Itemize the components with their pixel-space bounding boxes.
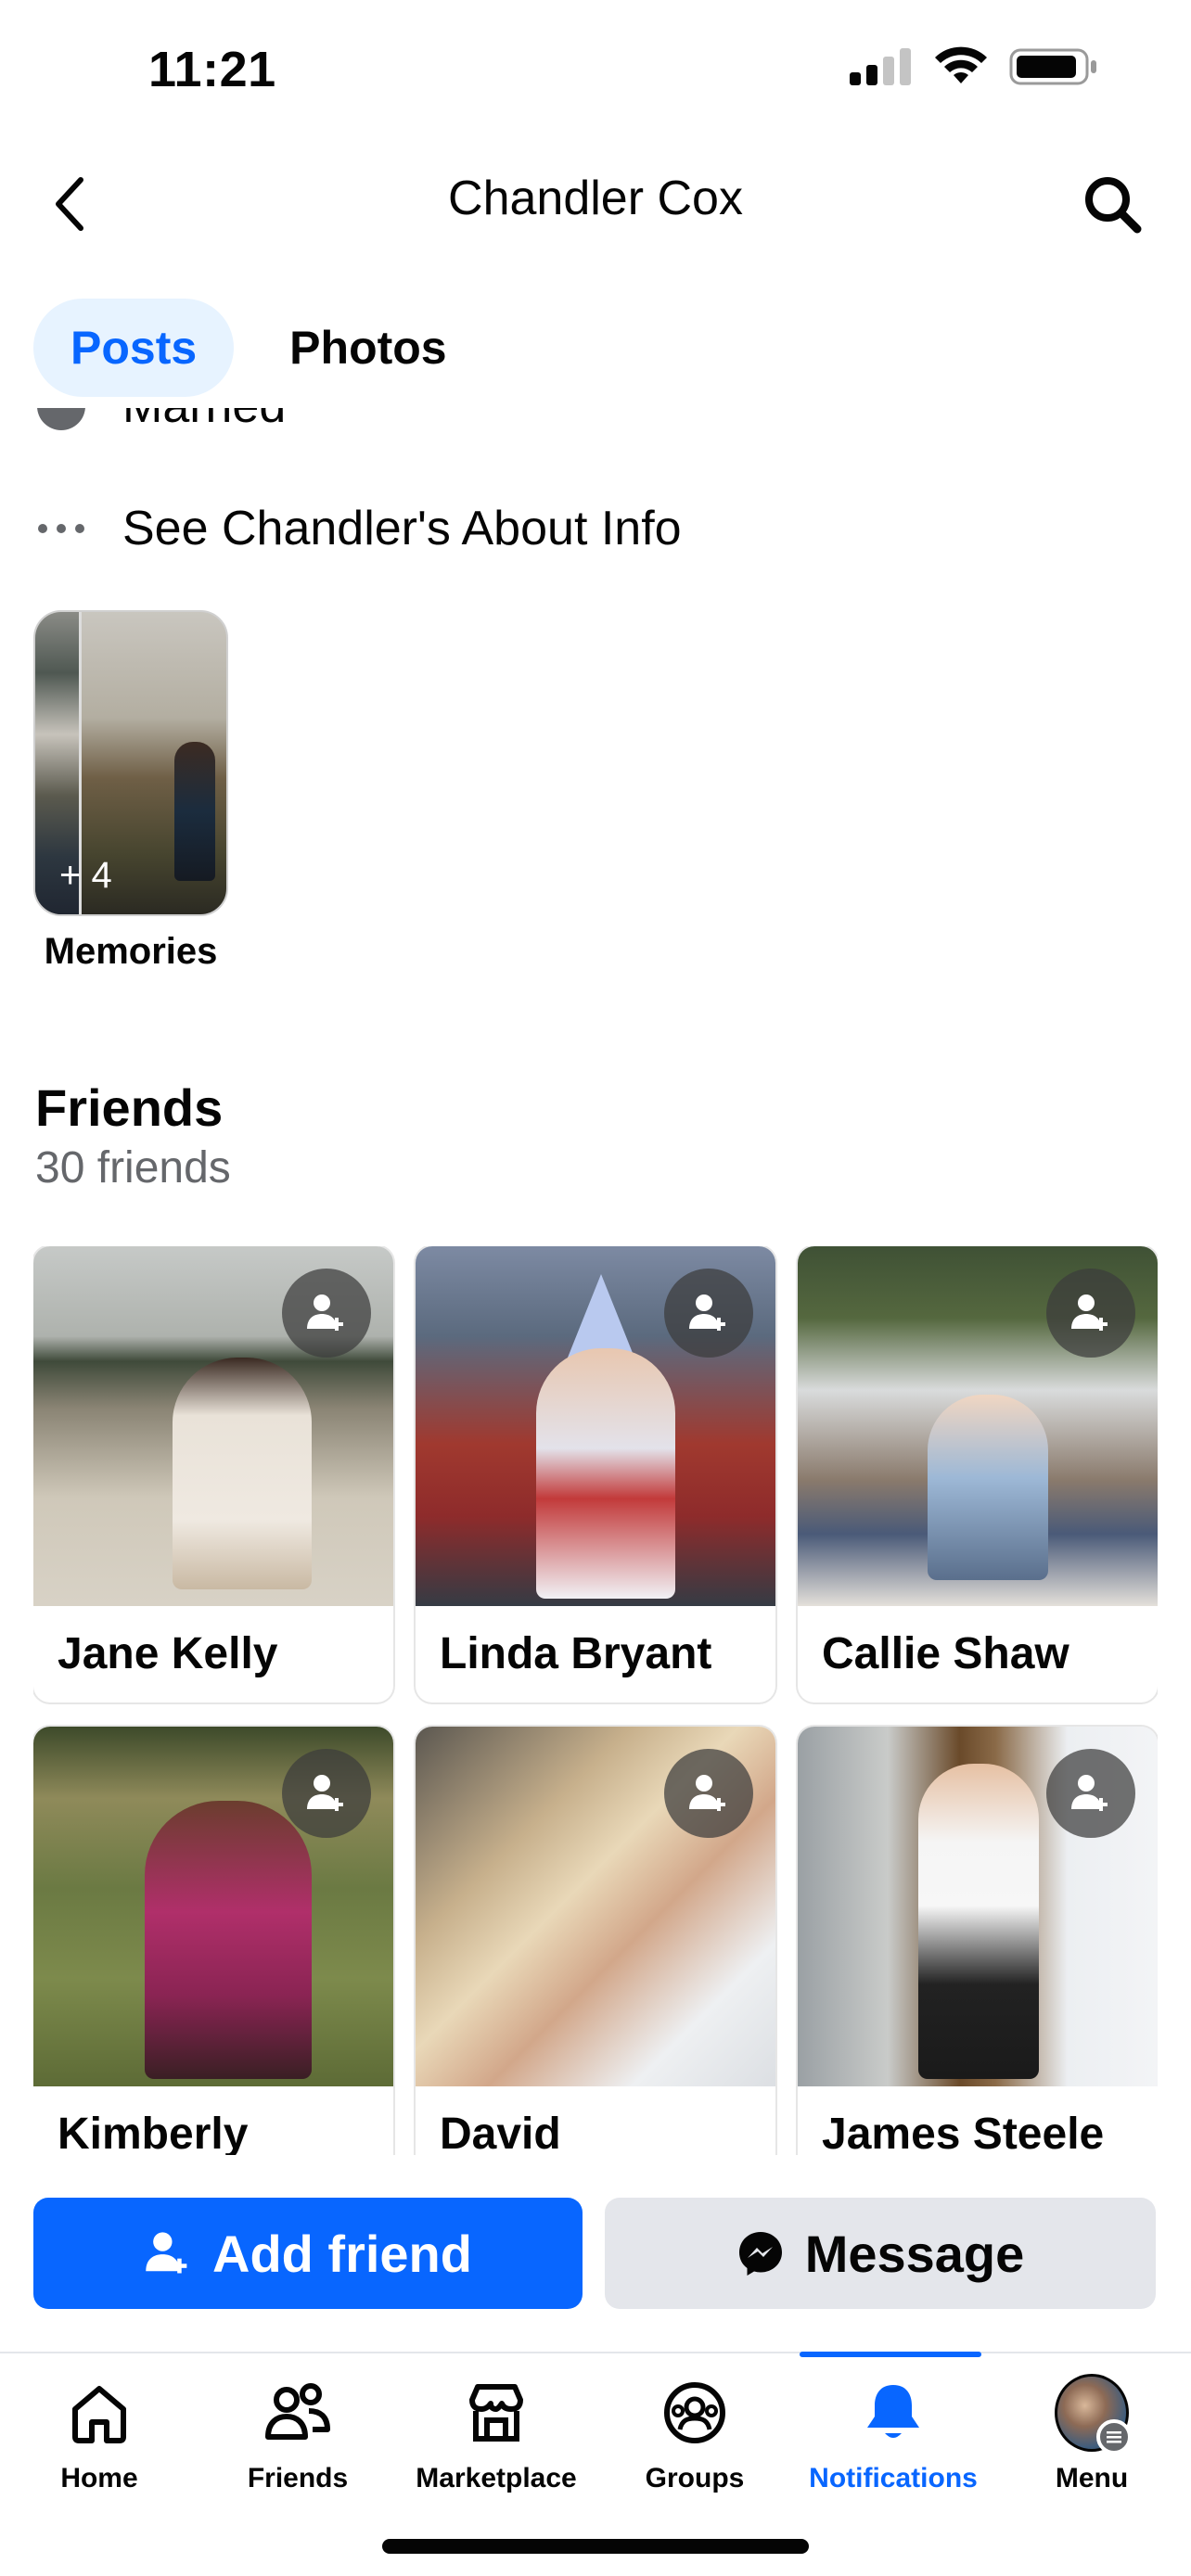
add-person-icon: [307, 1294, 343, 1331]
friend-card[interactable]: David: [416, 1727, 775, 2155]
add-friend-label: Add friend: [212, 2224, 472, 2283]
marketplace-icon: [459, 2376, 533, 2450]
friend-name: Kimberly: [58, 2110, 249, 2155]
add-friend-button[interactable]: [282, 1749, 371, 1838]
page-title: Chandler Cox: [448, 172, 743, 225]
message-button[interactable]: Message: [605, 2198, 1156, 2309]
active-tab-indicator: [800, 2352, 981, 2357]
friend-name: James Steele: [822, 2110, 1105, 2155]
add-person-icon: [1071, 1775, 1108, 1811]
about-see-info[interactable]: See Chandler's About Info: [35, 501, 682, 556]
tab-groups[interactable]: Groups: [596, 2376, 794, 2494]
friend-name: Callie Shaw: [822, 1629, 1069, 1678]
friend-card[interactable]: Kimberly: [33, 1727, 393, 2155]
tab-friends[interactable]: Friends: [198, 2376, 397, 2494]
battery-icon: [1009, 48, 1096, 85]
add-person-icon: [689, 1294, 725, 1331]
memories-section[interactable]: + 4 Memories: [33, 610, 228, 973]
bell-icon: [856, 2376, 930, 2450]
tab-label: Friends: [247, 2463, 349, 2493]
add-friend-primary-button[interactable]: Add friend: [33, 2198, 583, 2309]
profile-header: Chandler Cox: [0, 148, 1191, 260]
tab-label: Groups: [645, 2463, 745, 2493]
friend-name: Jane Kelly: [58, 1629, 278, 1678]
tab-label: Home: [60, 2463, 138, 2493]
friend-photo: [33, 1727, 393, 2086]
friend-card[interactable]: Linda Bryant: [416, 1246, 775, 1702]
tab-notifications[interactable]: Notifications: [794, 2376, 992, 2494]
search-icon: [1085, 177, 1142, 234]
add-person-icon: [146, 2232, 187, 2274]
friend-card[interactable]: Callie Shaw: [798, 1246, 1158, 1702]
add-person-icon: [689, 1775, 725, 1811]
friend-photo: [798, 1246, 1158, 1606]
friend-name: David: [440, 2110, 561, 2155]
message-label: Message: [804, 2224, 1025, 2283]
tab-home[interactable]: Home: [0, 2376, 198, 2494]
friend-photo: [416, 1727, 775, 2086]
add-person-icon: [1071, 1294, 1108, 1331]
cellular-signal-icon: [850, 48, 911, 85]
home-indicator: [382, 2539, 809, 2554]
add-person-icon: [307, 1775, 343, 1811]
tab-menu[interactable]: Menu: [992, 2374, 1191, 2494]
tab-label: Marketplace: [416, 2463, 577, 2493]
friend-photo: [33, 1246, 393, 1606]
tab-label: Notifications: [809, 2463, 978, 2493]
profile-tabs: Posts Photos: [33, 299, 484, 397]
add-friend-button[interactable]: [664, 1269, 753, 1358]
status-time: 11:21: [148, 42, 276, 97]
tab-marketplace[interactable]: Marketplace: [397, 2376, 596, 2494]
friend-photo: [798, 1727, 1158, 2086]
friends-count[interactable]: 30 friends: [35, 1142, 231, 1193]
avatar: [1055, 2374, 1132, 2455]
memories-label: Memories: [44, 931, 218, 972]
memories-count: + 4: [59, 855, 112, 896]
menu-badge-icon: [1096, 2419, 1132, 2455]
status-bar: 11:21: [0, 0, 1191, 139]
friend-card[interactable]: James Steele: [798, 1727, 1158, 2155]
tab-photos[interactable]: Photos: [252, 299, 483, 397]
add-friend-button[interactable]: [1046, 1749, 1135, 1838]
add-friend-button[interactable]: [282, 1269, 371, 1358]
memories-thumbnail: + 4: [33, 610, 228, 916]
add-friend-button[interactable]: [1046, 1269, 1135, 1358]
friends-icon: [261, 2376, 335, 2450]
home-icon: [62, 2376, 136, 2450]
status-icons: [850, 46, 1098, 87]
see-about-link: See Chandler's About Info: [122, 502, 682, 555]
friend-card[interactable]: Jane Kelly: [33, 1246, 393, 1702]
search-button[interactable]: [1070, 167, 1154, 241]
memories-couple-image: [174, 742, 215, 881]
tab-posts[interactable]: Posts: [33, 299, 235, 397]
profile-action-bar: Add friend Message: [0, 2155, 1191, 2340]
friend-name: Linda Bryant: [440, 1629, 712, 1678]
friends-title: Friends: [35, 1078, 224, 1137]
wifi-icon: [935, 46, 987, 83]
friends-grid: Jane Kelly Linda Bryant Callie Shaw Kimb…: [33, 1246, 1158, 2155]
messenger-icon: [738, 2232, 782, 2276]
more-dots-icon: [35, 503, 87, 555]
tab-label: Menu: [1055, 2463, 1129, 2493]
groups-icon: [658, 2376, 732, 2450]
friend-photo: [416, 1246, 775, 1606]
add-friend-button[interactable]: [664, 1749, 753, 1838]
